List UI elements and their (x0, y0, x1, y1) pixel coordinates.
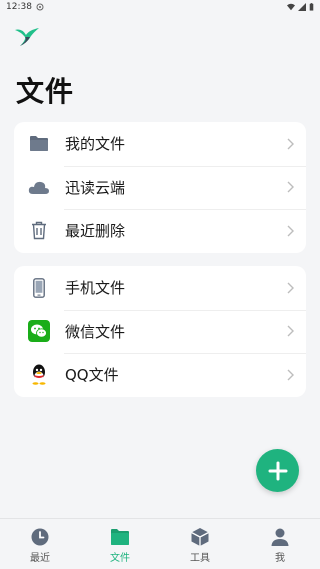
page-title: 文件 (16, 75, 75, 108)
battery-icon (309, 3, 314, 11)
row-label: 手机文件 (65, 279, 126, 298)
chevron-right-icon (287, 138, 294, 150)
box-icon (191, 528, 209, 546)
clock-icon (31, 528, 49, 546)
row-label: 迅读云端 (65, 178, 126, 197)
nav-label: 文件 (110, 553, 130, 564)
chevron-right-icon (287, 181, 294, 193)
chevron-right-icon (287, 325, 294, 337)
qq-icon (28, 364, 50, 386)
plus-icon (268, 461, 287, 480)
row-my-files[interactable]: 我的文件 (14, 122, 306, 166)
row-cloud[interactable]: 迅读云端 (14, 165, 306, 210)
add-button[interactable] (256, 449, 299, 492)
row-phone-files[interactable]: 手机文件 (14, 266, 306, 310)
folder-icon (28, 133, 50, 155)
nav-label: 工具 (190, 553, 210, 564)
app-logo-bird-icon (15, 28, 39, 46)
notification-icon (36, 3, 44, 11)
status-time: 12:38 (6, 2, 32, 12)
row-wechat-files[interactable]: 微信文件 (14, 309, 306, 354)
nav-label: 我 (275, 553, 285, 564)
signal-icon (298, 3, 306, 11)
nav-label: 最近 (30, 553, 50, 564)
chevron-right-icon (287, 369, 294, 381)
phone-icon (28, 277, 50, 299)
storage-card: 我的文件 迅读云端 最近删除 (14, 122, 306, 253)
row-recently-deleted[interactable]: 最近删除 (14, 209, 306, 253)
row-label: 最近删除 (65, 222, 126, 241)
status-right (287, 3, 314, 11)
row-label: 我的文件 (65, 135, 126, 154)
status-bar: 12:38 (0, 0, 320, 14)
status-left: 12:38 (6, 2, 44, 12)
chevron-right-icon (287, 282, 294, 294)
nav-item-tools[interactable]: 工具 (160, 519, 240, 569)
cloud-icon (28, 176, 50, 198)
sources-card: 手机文件 微信文件 QQ文件 (14, 266, 306, 397)
wifi-icon (287, 3, 295, 11)
chevron-right-icon (287, 225, 294, 237)
row-label: 微信文件 (65, 322, 126, 341)
bottom-nav: 最近 文件 工具 我 (0, 518, 320, 569)
folder-icon (111, 529, 129, 545)
row-qq-files[interactable]: QQ文件 (14, 353, 306, 397)
person-icon (271, 528, 289, 546)
nav-item-me[interactable]: 我 (240, 519, 320, 569)
nav-item-files[interactable]: 文件 (80, 519, 160, 569)
row-label: QQ文件 (65, 366, 119, 385)
trash-icon (28, 220, 50, 242)
wechat-icon (28, 320, 50, 343)
nav-item-recent[interactable]: 最近 (0, 519, 80, 569)
